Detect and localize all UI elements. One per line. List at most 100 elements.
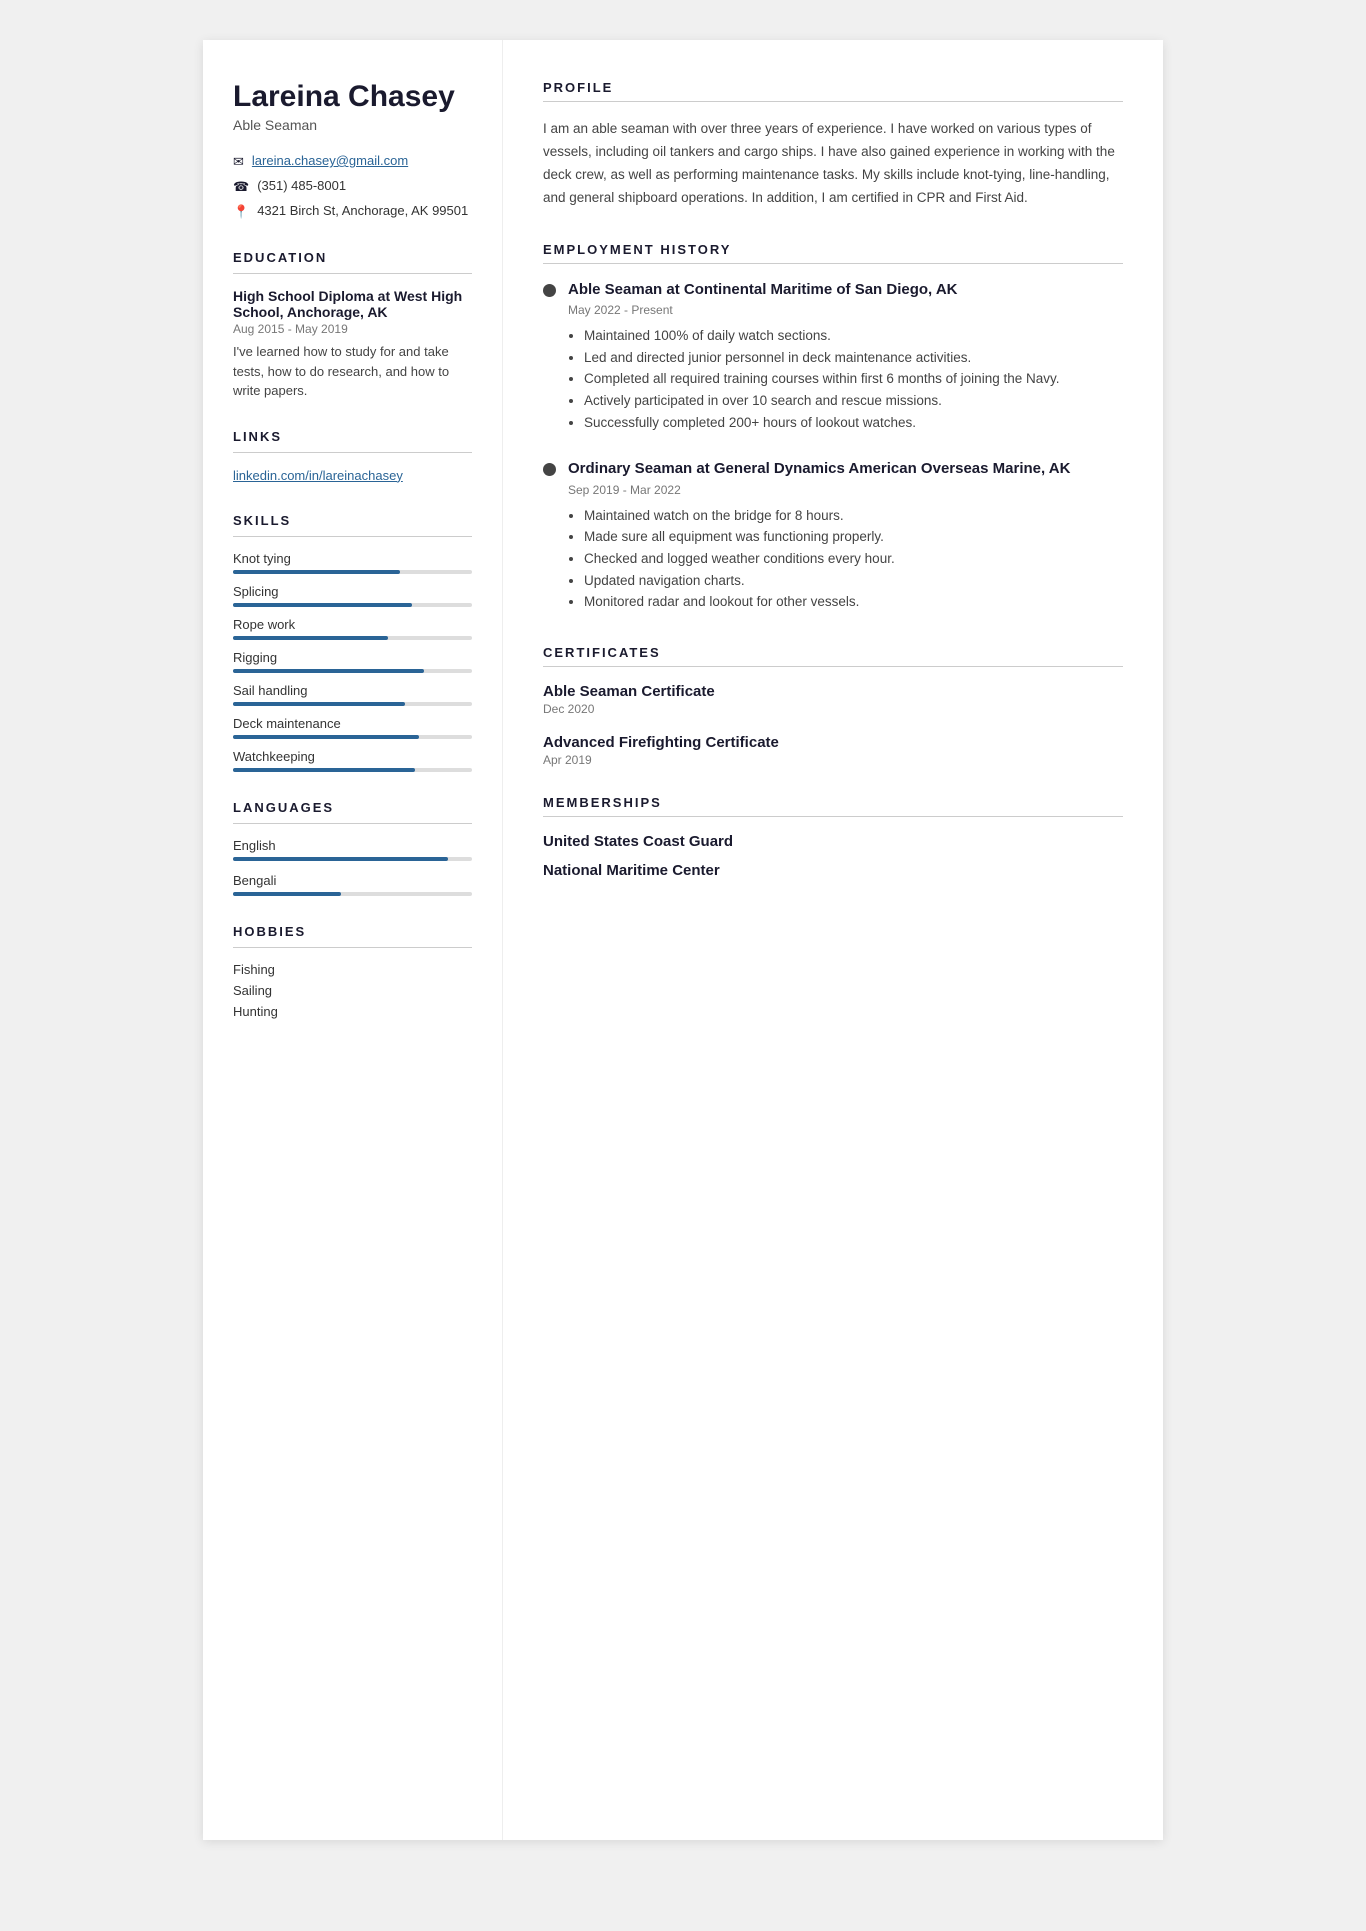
skill-bar-bg	[233, 636, 472, 640]
job-bullet: Checked and logged weather conditions ev…	[584, 548, 1123, 570]
links-section-title: LINKS	[233, 429, 472, 444]
job-entry: Able Seaman at Continental Maritime of S…	[543, 280, 1123, 433]
job-dot	[543, 284, 556, 297]
job-bullet: Monitored radar and lookout for other ve…	[584, 591, 1123, 613]
linkedin-link[interactable]: linkedin.com/in/lareinachasey	[233, 468, 403, 483]
left-column: Lareina Chasey Able Seaman ✉ lareina.cha…	[203, 40, 503, 1840]
location-icon: 📍	[233, 204, 249, 220]
phone-icon: ☎	[233, 179, 249, 195]
job-bullet: Maintained watch on the bridge for 8 hou…	[584, 505, 1123, 527]
membership-name: National Maritime Center	[543, 862, 1123, 879]
certificate-date: Dec 2020	[543, 702, 1123, 716]
skill-item: Splicing	[233, 584, 472, 607]
membership-entry: United States Coast Guard	[543, 833, 1123, 850]
skills-section-title: SKILLS	[233, 513, 472, 528]
memberships-section-title: MEMBERSHIPS	[543, 795, 1123, 810]
language-item: Bengali	[233, 873, 472, 896]
contact-list: ✉ lareina.chasey@gmail.com ☎ (351) 485-8…	[233, 153, 472, 220]
skills-divider	[233, 536, 472, 537]
profile-section-title: PROFILE	[543, 80, 1123, 95]
hobbies-section-title: HOBBIES	[233, 924, 472, 939]
job-bullet: Actively participated in over 10 search …	[584, 390, 1123, 412]
employment-list: Able Seaman at Continental Maritime of S…	[543, 280, 1123, 613]
job-header: Able Seaman at Continental Maritime of S…	[543, 280, 1123, 300]
certificate-entry: Advanced Firefighting Certificate Apr 20…	[543, 734, 1123, 767]
language-name: Bengali	[233, 873, 472, 888]
memberships-list: United States Coast Guard National Mariti…	[543, 833, 1123, 879]
certificate-title: Able Seaman Certificate	[543, 683, 1123, 700]
hobbies-list: FishingSailingHunting	[233, 962, 472, 1019]
certificate-title: Advanced Firefighting Certificate	[543, 734, 1123, 751]
job-title: Able Seaman at Continental Maritime of S…	[568, 280, 958, 300]
job-title: Ordinary Seaman at General Dynamics Amer…	[568, 459, 1070, 479]
job-bullet: Led and directed junior personnel in dec…	[584, 347, 1123, 369]
language-bar-fill	[233, 857, 448, 861]
job-bullets: Maintained watch on the bridge for 8 hou…	[568, 505, 1123, 613]
right-column: PROFILE I am an able seaman with over th…	[503, 40, 1163, 1840]
email-icon: ✉	[233, 154, 244, 170]
contact-phone: ☎ (351) 485-8001	[233, 178, 472, 195]
skill-name: Watchkeeping	[233, 749, 472, 764]
skill-item: Knot tying	[233, 551, 472, 574]
skill-bar-bg	[233, 768, 472, 772]
job-dates: May 2022 - Present	[568, 303, 1123, 317]
skill-name: Rope work	[233, 617, 472, 632]
education-dates: Aug 2015 - May 2019	[233, 322, 472, 336]
hobby-item: Hunting	[233, 1004, 472, 1019]
skill-bar-fill	[233, 570, 400, 574]
language-bar-bg	[233, 892, 472, 896]
certificate-entry: Able Seaman Certificate Dec 2020	[543, 683, 1123, 716]
job-header: Ordinary Seaman at General Dynamics Amer…	[543, 459, 1123, 479]
skill-bar-fill	[233, 702, 405, 706]
profile-text: I am an able seaman with over three year…	[543, 118, 1123, 210]
skill-name: Splicing	[233, 584, 472, 599]
skill-item: Rope work	[233, 617, 472, 640]
skill-name: Rigging	[233, 650, 472, 665]
job-bullet: Successfully completed 200+ hours of loo…	[584, 412, 1123, 434]
certificates-divider	[543, 666, 1123, 667]
memberships-divider	[543, 816, 1123, 817]
skill-item: Sail handling	[233, 683, 472, 706]
language-bar-bg	[233, 857, 472, 861]
language-item: English	[233, 838, 472, 861]
language-name: English	[233, 838, 472, 853]
hobbies-divider	[233, 947, 472, 948]
languages-divider	[233, 823, 472, 824]
job-bullet: Maintained 100% of daily watch sections.	[584, 325, 1123, 347]
job-bullets: Maintained 100% of daily watch sections.…	[568, 325, 1123, 433]
job-bullet: Updated navigation charts.	[584, 570, 1123, 592]
job-entry: Ordinary Seaman at General Dynamics Amer…	[543, 459, 1123, 612]
skill-bar-fill	[233, 636, 388, 640]
skill-bar-fill	[233, 735, 419, 739]
job-bullet: Made sure all equipment was functioning …	[584, 526, 1123, 548]
hobby-item: Fishing	[233, 962, 472, 977]
skills-list: Knot tying Splicing Rope work Rigging Sa…	[233, 551, 472, 772]
skill-name: Deck maintenance	[233, 716, 472, 731]
candidate-title: Able Seaman	[233, 117, 472, 133]
skill-bar-bg	[233, 570, 472, 574]
candidate-name: Lareina Chasey	[233, 80, 472, 113]
skill-item: Rigging	[233, 650, 472, 673]
contact-address: 📍 4321 Birch St, Anchorage, AK 99501	[233, 203, 472, 220]
education-degree: High School Diploma at West High School,…	[233, 288, 472, 320]
skill-item: Deck maintenance	[233, 716, 472, 739]
skill-item: Watchkeeping	[233, 749, 472, 772]
skill-bar-fill	[233, 669, 424, 673]
education-divider	[233, 273, 472, 274]
skill-bar-bg	[233, 669, 472, 673]
education-description: I've learned how to study for and take t…	[233, 342, 472, 401]
education-section-title: EDUCATION	[233, 250, 472, 265]
skill-bar-fill	[233, 768, 415, 772]
language-bar-fill	[233, 892, 341, 896]
employment-divider	[543, 263, 1123, 264]
email-link[interactable]: lareina.chasey@gmail.com	[252, 153, 408, 168]
skill-bar-fill	[233, 603, 412, 607]
skill-bar-bg	[233, 735, 472, 739]
job-bullet: Completed all required training courses …	[584, 368, 1123, 390]
job-dot	[543, 463, 556, 476]
languages-section-title: LANGUAGES	[233, 800, 472, 815]
membership-entry: National Maritime Center	[543, 862, 1123, 879]
contact-email: ✉ lareina.chasey@gmail.com	[233, 153, 472, 170]
certificates-section-title: CERTIFICATES	[543, 645, 1123, 660]
skill-name: Knot tying	[233, 551, 472, 566]
